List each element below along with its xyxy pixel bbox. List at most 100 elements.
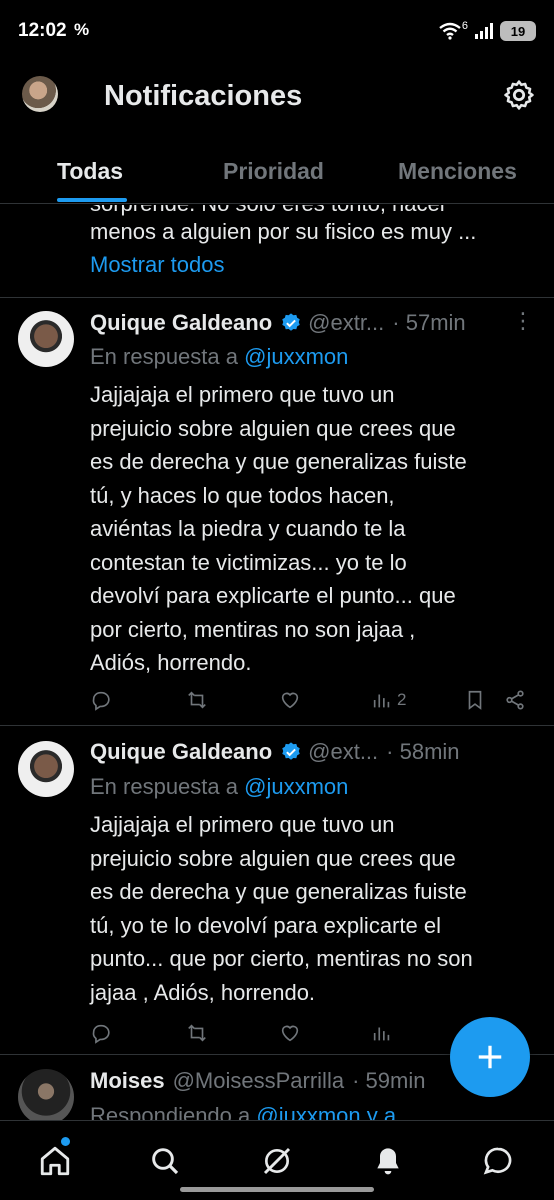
tweet-line: punto... que por cierto, mentiras no son: [90, 946, 473, 971]
tweet-line: prejuicio sobre alguien que crees que: [90, 845, 456, 871]
author-name[interactable]: Quique Galdeano: [90, 310, 272, 336]
reply-icon: [92, 1024, 110, 1044]
author-handle: @MoisessParrilla: [172, 1068, 345, 1093]
avatar[interactable]: [18, 311, 74, 367]
nav-search[interactable]: [145, 1141, 185, 1181]
avatar[interactable]: [18, 741, 74, 797]
heart-icon: [281, 692, 299, 709]
reply-mention-link[interactable]: @juxxmon: [244, 774, 348, 799]
tweet-header: Quique Galdeano @extr... · 57min: [90, 310, 466, 336]
heart-icon: [281, 1025, 299, 1042]
tweet-time: · 57min: [392, 310, 466, 335]
nav-messages[interactable]: [478, 1141, 518, 1181]
tweet-time: · 58min: [386, 739, 460, 764]
avatar[interactable]: [18, 1069, 74, 1120]
message-bubble-icon: [483, 1147, 512, 1175]
bookmark-icon: [468, 690, 482, 710]
tweet-line: Jajjajaja el primero que tuvo un: [90, 382, 395, 407]
profile-avatar[interactable]: [22, 76, 58, 112]
bookmark-button[interactable]: [464, 687, 486, 713]
battery-icon: 19: [500, 21, 536, 41]
author-handle: @extr...: [308, 310, 385, 335]
author-name[interactable]: Moises: [90, 1068, 165, 1094]
battery-level: 19: [510, 23, 526, 39]
plus-icon: [478, 1045, 502, 1069]
tweet-header: Moises @MoisessParrilla · 59min: [90, 1068, 425, 1094]
author-name[interactable]: Quique Galdeano: [90, 739, 272, 765]
compose-button[interactable]: [450, 1017, 530, 1097]
notification-tabs: Todas Prioridad Menciones: [0, 132, 554, 204]
notifications-feed[interactable]: sorprende. No solo eres tonto, hacer men…: [0, 205, 554, 1120]
tweet-line: por cierto, mentiras no son jajaa ,: [90, 616, 416, 642]
views-count: 2: [397, 690, 407, 709]
search-icon: [152, 1148, 179, 1175]
gesture-home-indicator[interactable]: [180, 1187, 374, 1192]
tweet-time: · 59min: [352, 1068, 426, 1093]
partial-text-clipped: sorprende. No solo eres tonto, hacer: [90, 205, 447, 217]
reply-prefix: En respuesta a: [90, 344, 245, 369]
page-title: Notificaciones: [104, 80, 303, 112]
tweet-line: prejuicio sobre alguien que crees que: [90, 415, 456, 441]
tweet-line: es de derecha y que generalizas fuiste: [90, 879, 467, 904]
tweet-line: contestan te victimizas... yo te lo: [90, 549, 407, 575]
reply-mention-link[interactable]: @juxxmon y a: [256, 1103, 396, 1120]
tweet-line: es de derecha y que generalizas fuiste: [90, 449, 467, 474]
reply-button[interactable]: [90, 687, 112, 713]
tweet-line: aviéntas la piedra y cuando te la: [90, 516, 406, 541]
nav-home[interactable]: [35, 1141, 75, 1181]
signal-icon: [475, 23, 493, 39]
reply-prefix: En respuesta a: [90, 774, 245, 799]
status-icons: 6 19: [438, 20, 536, 41]
views-button[interactable]: [371, 1020, 393, 1046]
tab-prioridad[interactable]: Prioridad: [223, 158, 324, 185]
wifi-icon: [439, 22, 461, 40]
notification-app-icon: %: [74, 20, 90, 39]
tab-menciones[interactable]: Menciones: [398, 158, 517, 185]
like-button[interactable]: [279, 687, 301, 713]
partial-text: menos a alguien por su fisico es muy ...: [90, 219, 477, 244]
nav-grok[interactable]: [257, 1141, 297, 1181]
retweet-button[interactable]: [186, 687, 208, 713]
settings-gear-icon[interactable]: [502, 78, 536, 112]
tweet-line: tú, y haces lo que todos hacen,: [90, 482, 395, 508]
show-all-link[interactable]: Mostrar todos: [90, 252, 225, 278]
share-button[interactable]: [504, 687, 526, 713]
tweet-line: Jajjajaja el primero que tuvo un: [90, 812, 395, 837]
partial-notification[interactable]: sorprende. No solo eres tonto, hacer men…: [0, 205, 554, 298]
status-bar: 12:02 % 6 19: [0, 0, 554, 62]
new-content-dot: [61, 1137, 70, 1146]
retweet-icon: [188, 691, 206, 709]
reply-context: En respuesta a @juxxmon: [90, 774, 348, 800]
reply-context: En respuesta a @juxxmon: [90, 344, 348, 370]
bell-icon: [377, 1148, 399, 1175]
reply-button[interactable]: [90, 1020, 112, 1046]
tweet-line: jajaa , Adiós, horrendo.: [90, 979, 316, 1005]
bottom-navigation: [0, 1120, 554, 1200]
tweet-line: devolví para explicarte el punto... que: [90, 583, 456, 608]
more-options-icon[interactable]: ⋮: [512, 308, 534, 334]
reply-icon: [92, 691, 110, 711]
tweet-body: Jajjajaja el primero que tuvo un prejuic…: [90, 808, 530, 1009]
views-button[interactable]: 2: [371, 687, 406, 713]
reply-mention-link[interactable]: @juxxmon: [244, 344, 348, 369]
status-time: 12:02: [18, 20, 67, 41]
tweet-body: Jajjajaja el primero que tuvo un prejuic…: [90, 378, 530, 680]
retweet-button[interactable]: [186, 1020, 208, 1046]
reply-context: Respondiendo a @juxxmon y a: [90, 1103, 396, 1120]
retweet-icon: [188, 1024, 206, 1042]
nav-notifications[interactable]: [368, 1141, 408, 1181]
grok-slash-icon: [263, 1147, 291, 1175]
verified-badge-icon: [282, 742, 300, 760]
share-icon: [506, 690, 524, 710]
tweet-line: tú, yo te lo devolví para explicarte el: [90, 912, 441, 938]
tweet-actions: 2: [90, 687, 530, 713]
tweet-line: Adiós, horrendo.: [90, 650, 252, 675]
like-button[interactable]: [279, 1020, 301, 1046]
tweet[interactable]: Quique Galdeano @ext... · 58min En respu…: [0, 726, 554, 1055]
top-app-bar: Notificaciones: [0, 62, 554, 132]
reply-prefix: Respondiendo a: [90, 1103, 257, 1120]
tweet[interactable]: Quique Galdeano @extr... · 57min ⋮ En re…: [0, 298, 554, 726]
home-icon: [40, 1146, 70, 1176]
active-tab-indicator: [57, 198, 127, 202]
tab-todas[interactable]: Todas: [57, 158, 123, 185]
